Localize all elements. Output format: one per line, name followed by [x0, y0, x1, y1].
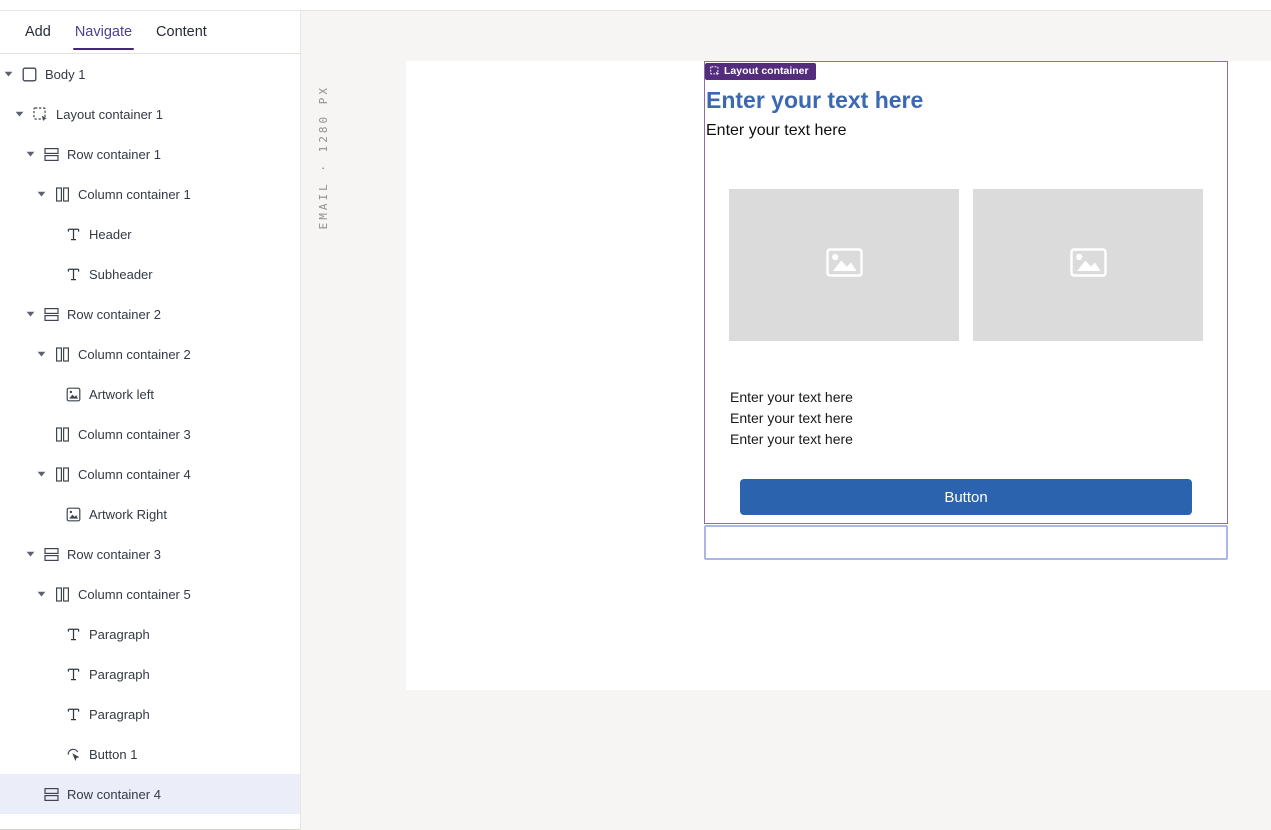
- artwork-row: [729, 189, 1203, 341]
- row-icon: [44, 307, 59, 322]
- caret-down-icon[interactable]: [37, 191, 55, 197]
- caret-down-icon[interactable]: [37, 591, 55, 597]
- window-top-strip: [0, 0, 1271, 11]
- column-icon: [55, 427, 70, 442]
- paragraph-text[interactable]: Enter your text here: [730, 387, 1227, 408]
- tree-item-button-1[interactable]: Button 1: [0, 734, 300, 774]
- text-icon: [66, 627, 81, 642]
- paragraph-text[interactable]: Enter your text here: [730, 408, 1227, 429]
- row-icon: [44, 787, 59, 802]
- email-canvas[interactable]: Layout container Enter your text here En…: [406, 61, 1271, 690]
- tree-item-paragraph[interactable]: Paragraph: [0, 654, 300, 694]
- tree-item-column-container-2[interactable]: Column container 2: [0, 334, 300, 374]
- sidebar-tabs: Add Navigate Content: [0, 11, 300, 54]
- email-button[interactable]: Button: [740, 479, 1192, 515]
- tree-item-paragraph[interactable]: Paragraph: [0, 614, 300, 654]
- caret-down-icon[interactable]: [4, 71, 22, 77]
- image-icon: [66, 507, 81, 522]
- tree-item-subheader[interactable]: Subheader: [0, 254, 300, 294]
- layout-container-icon: [710, 66, 720, 76]
- text-icon: [66, 667, 81, 682]
- tree-item-artwork-right[interactable]: Artwork Right: [0, 494, 300, 534]
- tab-add[interactable]: Add: [25, 11, 51, 53]
- tree-item-header[interactable]: Header: [0, 214, 300, 254]
- artwork-right-placeholder[interactable]: [973, 189, 1203, 341]
- caret-down-icon[interactable]: [26, 311, 44, 317]
- column-icon: [55, 187, 70, 202]
- caret-down-icon[interactable]: [37, 351, 55, 357]
- tree-item-row-container-4[interactable]: Row container 4: [0, 774, 300, 814]
- paragraph-group: Enter your text here Enter your text her…: [730, 387, 1227, 450]
- text-icon: [66, 267, 81, 282]
- selection-badge-label: Layout container: [724, 65, 809, 77]
- caret-down-icon[interactable]: [15, 111, 33, 117]
- canvas-size-label: EMAIL · 1280 PX: [317, 85, 330, 229]
- text-icon: [66, 707, 81, 722]
- tab-content[interactable]: Content: [156, 11, 207, 53]
- email-header-text[interactable]: Enter your text here: [706, 86, 1227, 114]
- caret-down-icon[interactable]: [26, 551, 44, 557]
- tree-item-artwork-left[interactable]: Artwork left: [0, 374, 300, 414]
- workspace: EMAIL · 1280 PX Layout container Enter y…: [301, 11, 1271, 830]
- tree-item-column-container-5[interactable]: Column container 5: [0, 574, 300, 614]
- column-icon: [55, 467, 70, 482]
- row-icon: [44, 147, 59, 162]
- tree-item-row-container-3[interactable]: Row container 3: [0, 534, 300, 574]
- row-container-4-selected[interactable]: [704, 525, 1228, 560]
- tree-item-row-container-1[interactable]: Row container 1: [0, 134, 300, 174]
- tree-item-row-container-2[interactable]: Row container 2: [0, 294, 300, 334]
- column-icon: [55, 587, 70, 602]
- image-placeholder-icon: [826, 248, 863, 282]
- text-icon: [66, 227, 81, 242]
- tree-item-column-container-4[interactable]: Column container 4: [0, 454, 300, 494]
- selection-badge: Layout container: [705, 63, 816, 80]
- row-icon: [44, 547, 59, 562]
- sidebar: Add Navigate Content Body 1 Layout conta…: [0, 11, 301, 830]
- layout-container-selected[interactable]: Layout container Enter your text here En…: [704, 61, 1228, 524]
- tree-item-column-container-1[interactable]: Column container 1: [0, 174, 300, 214]
- image-placeholder-icon: [1070, 248, 1107, 282]
- image-icon: [66, 387, 81, 402]
- body-icon: [22, 67, 37, 82]
- layout-icon: [33, 107, 48, 122]
- caret-down-icon[interactable]: [37, 471, 55, 477]
- caret-down-icon[interactable]: [26, 151, 44, 157]
- tree-item-body-1[interactable]: Body 1: [0, 54, 300, 94]
- tree-item-layout-container-1[interactable]: Layout container 1: [0, 94, 300, 134]
- app-main: Add Navigate Content Body 1 Layout conta…: [0, 11, 1271, 830]
- layers-tree: Body 1 Layout container 1 Row container …: [0, 54, 300, 830]
- tree-item-paragraph[interactable]: Paragraph: [0, 694, 300, 734]
- email-subheader-text[interactable]: Enter your text here: [706, 121, 1227, 141]
- button-icon: [66, 747, 81, 762]
- paragraph-text[interactable]: Enter your text here: [730, 429, 1227, 450]
- tree-item-column-container-3[interactable]: Column container 3: [0, 414, 300, 454]
- tab-navigate[interactable]: Navigate: [75, 11, 132, 53]
- column-icon: [55, 347, 70, 362]
- artwork-left-placeholder[interactable]: [729, 189, 959, 341]
